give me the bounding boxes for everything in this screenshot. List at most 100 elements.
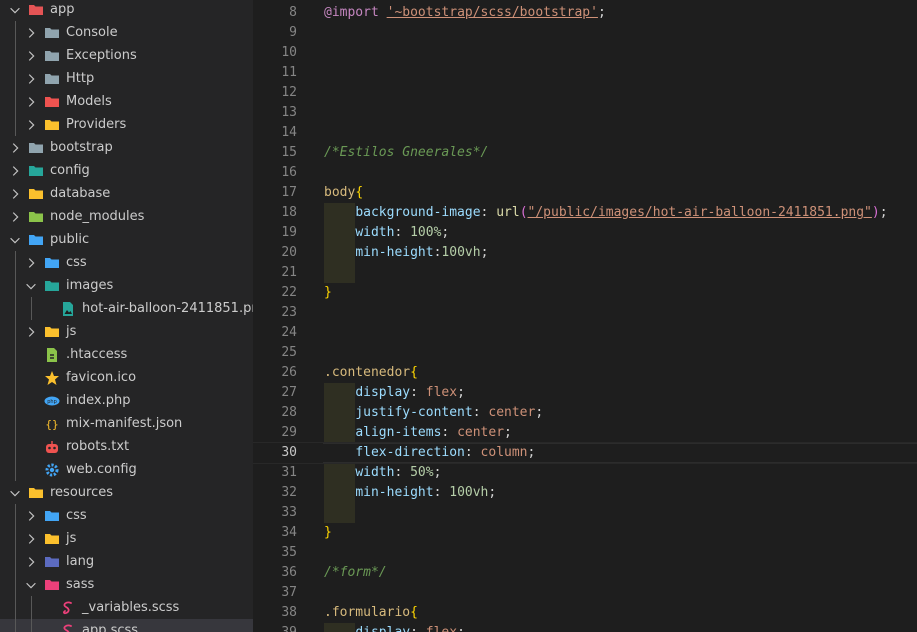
tree-folder-5[interactable]: Providers <box>0 113 253 136</box>
code-line[interactable]: 26 .contenedor{ <box>253 363 917 383</box>
code-line[interactable]: 29 align-items: center; <box>253 423 917 443</box>
chevron-right-icon[interactable] <box>24 49 38 63</box>
tree-folder-23[interactable]: js <box>0 527 253 550</box>
code-text[interactable]: width: 50%; <box>324 463 441 483</box>
code-line[interactable]: 10 <box>253 43 917 63</box>
tree-folder-11[interactable]: css <box>0 251 253 274</box>
tree-folder-21[interactable]: resources <box>0 481 253 504</box>
tree-folder-14[interactable]: js <box>0 320 253 343</box>
code-text[interactable]: } <box>324 283 332 303</box>
tree-folder-1[interactable]: Console <box>0 21 253 44</box>
tree-file-16[interactable]: favicon.ico <box>0 366 253 389</box>
code-line[interactable]: 16 <box>253 163 917 183</box>
code-text[interactable]: min-height: 100vh; <box>324 483 496 503</box>
chevron-down-icon[interactable] <box>8 486 22 500</box>
tree-file-13[interactable]: hot-air-balloon-2411851.png <box>0 297 253 320</box>
code-line[interactable]: 30 flex-direction: column; <box>253 442 917 464</box>
code-line[interactable]: 37 <box>253 583 917 603</box>
code-line[interactable]: 23 <box>253 303 917 323</box>
chevron-right-icon[interactable] <box>24 325 38 339</box>
tree-file-18[interactable]: {} mix-manifest.json <box>0 412 253 435</box>
tree-folder-24[interactable]: lang <box>0 550 253 573</box>
tree-folder-3[interactable]: Http <box>0 67 253 90</box>
code-line[interactable]: 9 <box>253 23 917 43</box>
code-line[interactable]: 11 <box>253 63 917 83</box>
code-line[interactable]: 38 .formulario{ <box>253 603 917 623</box>
chevron-right-icon[interactable] <box>24 72 38 86</box>
code-line[interactable]: 17 body{ <box>253 183 917 203</box>
code-line[interactable]: 33 <box>253 503 917 523</box>
chevron-right-icon[interactable] <box>24 256 38 270</box>
code-text[interactable]: display: flex; <box>324 623 465 632</box>
tree-file-27[interactable]: app.scss <box>0 619 253 632</box>
code-line[interactable]: 34} <box>253 523 917 543</box>
tree-folder-7[interactable]: config <box>0 159 253 182</box>
tree-item-label: images <box>66 278 114 293</box>
code-line[interactable]: 22} <box>253 283 917 303</box>
code-line[interactable]: 24 <box>253 323 917 343</box>
code-line[interactable]: 18 background-image: url("/public/images… <box>253 203 917 223</box>
code-text[interactable]: background-image: url("/public/images/ho… <box>324 203 887 223</box>
tree-folder-10[interactable]: public <box>0 228 253 251</box>
code-text[interactable]: .formulario{ <box>324 603 418 623</box>
code-line[interactable]: 13 <box>253 103 917 123</box>
tree-folder-8[interactable]: database <box>0 182 253 205</box>
chevron-right-icon[interactable] <box>24 118 38 132</box>
chevron-right-icon[interactable] <box>8 141 22 155</box>
code-line[interactable]: 39 display: flex; <box>253 623 917 632</box>
tree-file-15[interactable]: .htaccess <box>0 343 253 366</box>
code-line[interactable]: 28 justify-content: center; <box>253 403 917 423</box>
code-line[interactable]: 8 @import '~bootstrap/scss/bootstrap'; <box>253 3 917 23</box>
code-text[interactable]: display: flex; <box>324 383 465 403</box>
code-line[interactable]: 21 <box>253 263 917 283</box>
code-line[interactable]: 35 <box>253 543 917 563</box>
chevron-right-icon[interactable] <box>24 555 38 569</box>
chevron-right-icon[interactable] <box>24 509 38 523</box>
code-text[interactable]: /*Estilos Gneerales*/ <box>324 143 488 163</box>
code-text[interactable]: /*form*/ <box>324 563 387 583</box>
code-text[interactable]: } <box>324 523 332 543</box>
tree-folder-22[interactable]: css <box>0 504 253 527</box>
code-line[interactable]: 19 width: 100%; <box>253 223 917 243</box>
tree-folder-6[interactable]: bootstrap <box>0 136 253 159</box>
code-text[interactable]: justify-content: center; <box>324 403 543 423</box>
code-editor[interactable]: 8 @import '~bootstrap/scss/bootstrap'; 9 10… <box>253 0 917 632</box>
code-text[interactable]: flex-direction: column; <box>324 443 535 463</box>
tree-folder-0[interactable]: app <box>0 0 253 21</box>
tree-file-20[interactable]: web.config <box>0 458 253 481</box>
chevron-right-icon[interactable] <box>8 164 22 178</box>
code-line[interactable]: 14 <box>253 123 917 143</box>
tree-folder-12[interactable]: images <box>0 274 253 297</box>
code-line[interactable]: 15 /*Estilos Gneerales*/ <box>253 143 917 163</box>
code-line[interactable]: 25 <box>253 343 917 363</box>
code-text[interactable]: width: 100%; <box>324 223 449 243</box>
code-line[interactable]: 12 <box>253 83 917 103</box>
line-number: 18 <box>281 205 297 220</box>
chevron-down-icon[interactable] <box>24 578 38 592</box>
code-line[interactable]: 31 width: 50%; <box>253 463 917 483</box>
tree-folder-2[interactable]: Exceptions <box>0 44 253 67</box>
tree-file-26[interactable]: _variables.scss <box>0 596 253 619</box>
code-text[interactable]: .contenedor{ <box>324 363 418 383</box>
code-text[interactable]: @import '~bootstrap/scss/bootstrap'; <box>324 3 606 23</box>
tree-folder-25[interactable]: sass <box>0 573 253 596</box>
chevron-right-icon[interactable] <box>8 187 22 201</box>
chevron-down-icon[interactable] <box>24 279 38 293</box>
chevron-right-icon[interactable] <box>24 532 38 546</box>
code-line[interactable]: 32 min-height: 100vh; <box>253 483 917 503</box>
chevron-right-icon[interactable] <box>24 95 38 109</box>
code-line[interactable]: 20 min-height:100vh; <box>253 243 917 263</box>
code-line[interactable]: 27 display: flex; <box>253 383 917 403</box>
code-text[interactable]: align-items: center; <box>324 423 512 443</box>
code-text[interactable]: min-height:100vh; <box>324 243 488 263</box>
tree-file-19[interactable]: robots.txt <box>0 435 253 458</box>
chevron-down-icon[interactable] <box>8 3 22 17</box>
tree-file-17[interactable]: php index.php <box>0 389 253 412</box>
chevron-right-icon[interactable] <box>24 26 38 40</box>
chevron-right-icon[interactable] <box>8 210 22 224</box>
tree-folder-4[interactable]: Models <box>0 90 253 113</box>
chevron-down-icon[interactable] <box>8 233 22 247</box>
code-line[interactable]: 36 /*form*/ <box>253 563 917 583</box>
tree-folder-9[interactable]: node_modules <box>0 205 253 228</box>
code-text[interactable]: body{ <box>324 183 363 203</box>
